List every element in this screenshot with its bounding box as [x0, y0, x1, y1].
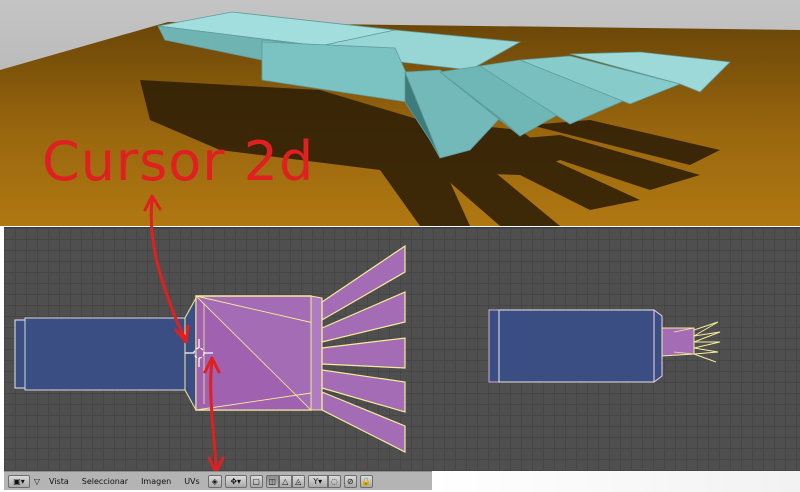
lock-icon[interactable]: 🔒	[359, 474, 373, 488]
face-select-icon[interactable]: △	[278, 474, 292, 488]
uv-face	[321, 337, 406, 369]
island-select-icon[interactable]: ◬	[291, 474, 305, 488]
uv-editor-canvas[interactable]	[4, 227, 800, 472]
collapse-menu-icon[interactable]: ▽	[33, 475, 41, 488]
menu-select[interactable]: Seleccionar	[77, 477, 133, 486]
uv-image-editor-icon[interactable]: ▣▾	[8, 474, 30, 488]
sticky-mode-icon[interactable]: Y▾	[307, 474, 328, 488]
snap-icon[interactable]: ⊘	[343, 474, 357, 488]
proportional-edit-icon[interactable]: ◌	[327, 474, 341, 488]
cursor-2d-pivot-icon[interactable]: ✥▾	[224, 474, 247, 488]
uv-editor-header: ▣▾ ▽ Vista Seleccionar Imagen UVs ◈ ✥▾ ▢…	[4, 471, 436, 490]
edge-select-icon[interactable]: ◫	[265, 474, 279, 488]
sync-selection-icon[interactable]: ◈	[207, 474, 222, 488]
render-viewport: Cursor 2d	[0, 0, 800, 226]
uv-face	[14, 319, 26, 389]
uv-face	[653, 309, 663, 383]
uv-island-secondary[interactable]	[488, 309, 721, 383]
menu-uvs[interactable]: UVs	[179, 477, 205, 486]
uv-face	[498, 309, 655, 383]
uv-layout	[14, 244, 721, 453]
cursor-2d-annotation: Cursor 2d	[42, 130, 315, 193]
uv-face	[661, 327, 695, 357]
menu-view[interactable]: Vista	[44, 477, 74, 486]
uv-face	[184, 297, 197, 411]
header-empty-area	[432, 471, 800, 492]
menu-image[interactable]: Imagen	[136, 477, 176, 486]
uv-face	[24, 317, 186, 391]
vertex-select-icon[interactable]: ▢	[249, 474, 263, 488]
uv-face	[488, 309, 500, 383]
uv-island-selected[interactable]	[14, 244, 406, 453]
